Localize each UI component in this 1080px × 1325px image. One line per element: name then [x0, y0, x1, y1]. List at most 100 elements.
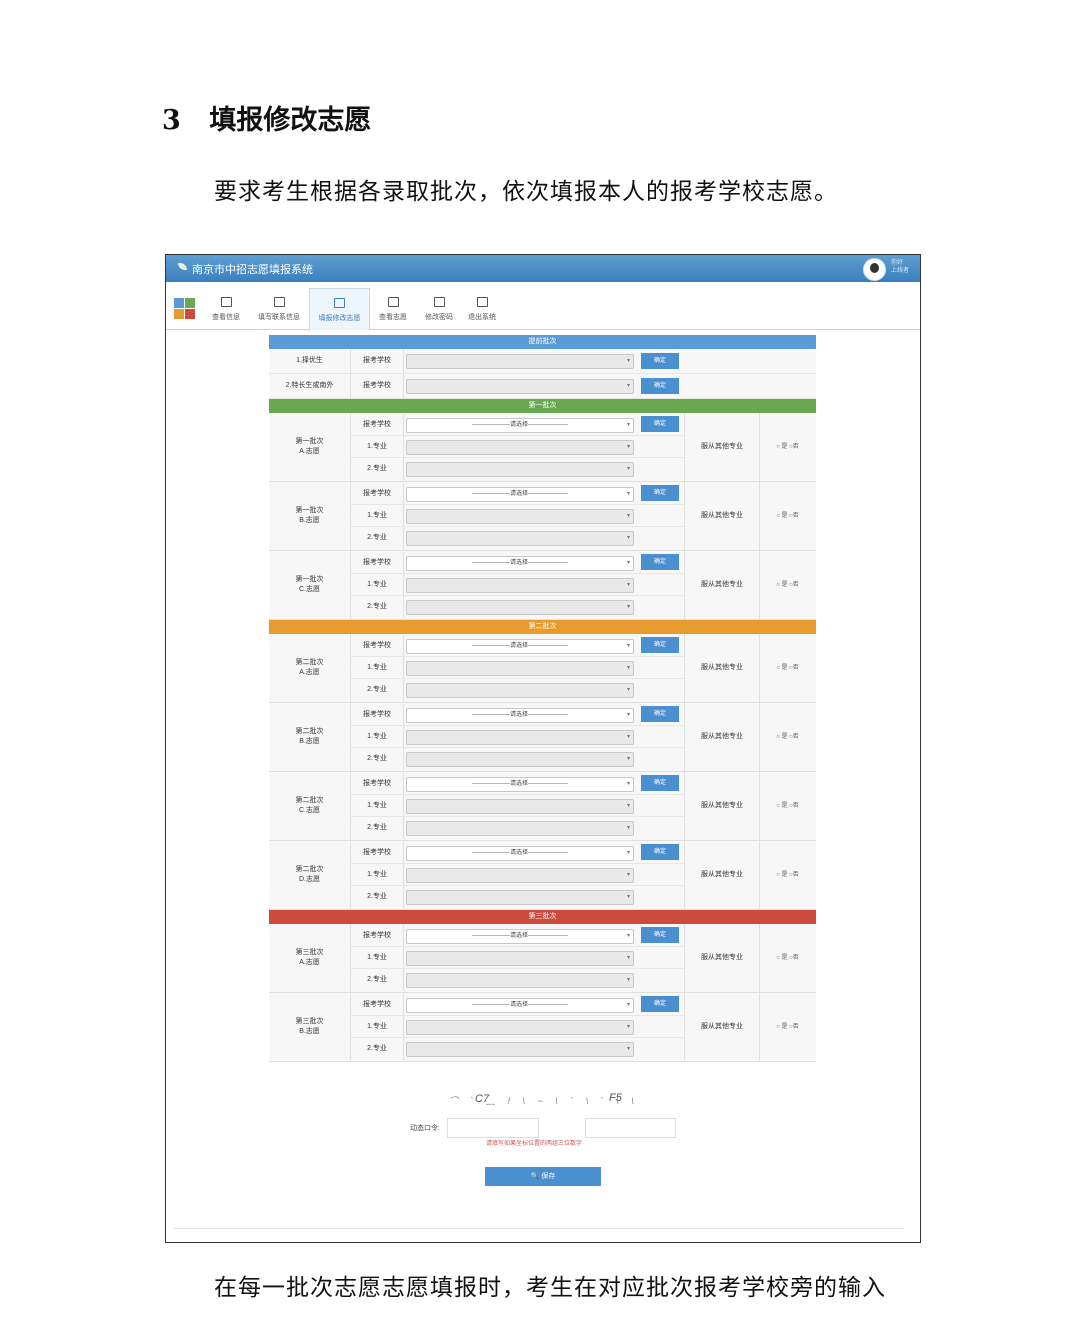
tab-label: 填写联系信息 — [258, 314, 300, 321]
major-select[interactable] — [406, 661, 634, 676]
confirm-button[interactable]: 确定 — [641, 996, 679, 1012]
save-label: 保存 — [541, 1173, 556, 1180]
volunteer-group: 第二批次 C.志愿 报考学校 -------------------请选择------… — [269, 772, 816, 841]
volunteer-group: 第一批次 B.志愿 报考学校 -------------------请选择------… — [269, 482, 816, 551]
obey-radio-group[interactable]: ○ 是 ○否 — [759, 924, 816, 992]
major-2-label: 2.专业 — [351, 527, 404, 549]
tab-calendar[interactable]: 退出系统 — [461, 288, 503, 329]
major-1-label: 1.专业 — [351, 574, 404, 596]
row-divider — [351, 946, 684, 947]
obey-radio-group[interactable]: ○ 是 ○否 — [759, 634, 816, 702]
school-select[interactable] — [406, 354, 634, 369]
row-divider — [351, 863, 684, 864]
group-choice-name: A.志愿 — [299, 669, 320, 676]
dynamic-code-input-1[interactable] — [447, 1118, 539, 1138]
school-label: 报考学校 — [351, 773, 404, 795]
school-select[interactable]: -------------------请选择------------------… — [406, 418, 634, 433]
major-select[interactable] — [406, 683, 634, 698]
volunteer-group-label: 第二批次 D.志愿 — [269, 841, 351, 909]
user-greeting: 你好 — [891, 260, 904, 266]
major-select[interactable] — [406, 1020, 634, 1035]
obey-radio-group[interactable]: ○ 是 ○否 — [759, 482, 816, 550]
major-select[interactable] — [406, 821, 634, 836]
radio-no-label: 否 — [792, 734, 799, 740]
school-select[interactable]: -------------------请选择------------------… — [406, 708, 634, 723]
radio-no-label: 否 — [792, 513, 799, 519]
volunteer-group: 第三批次 A.志愿 报考学校 -------------------请选择------… — [269, 924, 816, 993]
obey-radio-group[interactable]: ○ 是 ○否 — [759, 551, 816, 619]
captcha-noise: ⌒ ` ﹏ ! \ ~ \ ` \ ` \ \ — [449, 1096, 639, 1106]
dynamic-code-input-2[interactable] — [585, 1118, 676, 1138]
volunteer-group-label: 第三批次 B.志愿 — [269, 993, 351, 1061]
major-select[interactable] — [406, 868, 634, 883]
confirm-button[interactable]: 确定 — [641, 353, 679, 369]
major-select[interactable] — [406, 752, 634, 767]
school-select[interactable]: -------------------请选择------------------… — [406, 998, 634, 1013]
major-1-label: 1.专业 — [351, 947, 404, 969]
school-select[interactable]: -------------------请选择------------------… — [406, 556, 634, 571]
confirm-button[interactable]: 确定 — [641, 378, 679, 394]
user-avatar[interactable] — [863, 258, 886, 281]
major-select[interactable] — [406, 531, 634, 546]
obey-radio-group[interactable]: ○ 是 ○否 — [759, 772, 816, 840]
volunteer-group-label: 第二批次 C.志愿 — [269, 772, 351, 840]
section-title: 填报修改志愿 — [209, 105, 372, 136]
app-title: 南京市中招志愿填报系统 — [192, 264, 313, 276]
row-divider — [351, 526, 684, 527]
major-select[interactable] — [406, 890, 634, 905]
major-2-label: 2.专业 — [351, 969, 404, 991]
save-button[interactable]: 🔍 保存 — [485, 1167, 601, 1186]
confirm-button[interactable]: 确定 — [641, 775, 679, 791]
volunteer-group: 第一批次 C.志愿 报考学校 -------------------请选择------… — [269, 551, 816, 620]
school-select[interactable]: -------------------请选择------------------… — [406, 846, 634, 861]
app-header: 南京市中招志愿填报系统 你好 上线者 — [166, 255, 920, 282]
confirm-button[interactable]: 确定 — [641, 927, 679, 943]
school-select[interactable]: -------------------请选择------------------… — [406, 639, 634, 654]
major-select[interactable] — [406, 1042, 634, 1057]
confirm-button[interactable]: 确定 — [641, 416, 679, 432]
school-select[interactable] — [406, 379, 634, 394]
obey-other-major-label: 服从其他专业 — [684, 413, 760, 481]
tab-keyboard[interactable]: 修改密码 — [418, 288, 460, 329]
tab-dashboard[interactable]: 查看信息 — [203, 288, 249, 329]
obey-radio-group[interactable]: ○ 是 ○否 — [759, 703, 816, 771]
major-select[interactable] — [406, 951, 634, 966]
row-divider — [351, 678, 684, 679]
major-select[interactable] — [406, 440, 634, 455]
school-label: 报考学校 — [351, 414, 404, 436]
major-select[interactable] — [406, 509, 634, 524]
confirm-button[interactable]: 确定 — [641, 844, 679, 860]
major-select[interactable] — [406, 973, 634, 988]
major-select[interactable] — [406, 578, 634, 593]
early-row-label: 1.择优生 — [269, 349, 351, 373]
tab-monitor[interactable]: 填写联系信息 — [250, 288, 308, 329]
school-select[interactable]: -------------------请选择------------------… — [406, 777, 634, 792]
tab-list[interactable]: 填报修改志愿 — [309, 288, 370, 331]
volunteer-form: 提前批次1.择优生报考学校确定2.特长生或南外报考学校确定第一批次第一批次A.志… — [269, 335, 816, 1062]
group-choice-name: A.志愿 — [299, 959, 320, 966]
confirm-button[interactable]: 确定 — [641, 706, 679, 722]
confirm-button[interactable]: 确定 — [641, 485, 679, 501]
confirm-button[interactable]: 确定 — [641, 637, 679, 653]
volunteer-group-label: 第一批次 B.志愿 — [269, 482, 351, 550]
obey-radio-group[interactable]: ○ 是 ○否 — [759, 993, 816, 1061]
school-select[interactable]: -------------------请选择------------------… — [406, 487, 634, 502]
major-select[interactable] — [406, 730, 634, 745]
obey-other-major-label: 服从其他专业 — [684, 772, 760, 840]
radio-no-label: 否 — [792, 1024, 799, 1030]
obey-radio-group[interactable]: ○ 是 ○否 — [759, 413, 816, 481]
radio-no-label: 否 — [792, 665, 799, 671]
obey-other-major-label: 服从其他专业 — [684, 993, 760, 1061]
major-select[interactable] — [406, 462, 634, 477]
tab-edit[interactable]: 查看志愿 — [369, 288, 417, 329]
major-select[interactable] — [406, 600, 634, 615]
school-label: 报考学校 — [351, 925, 404, 947]
major-2-label: 2.专业 — [351, 1038, 404, 1060]
school-select[interactable]: -------------------请选择------------------… — [406, 929, 634, 944]
group-choice-name: C.志愿 — [299, 586, 320, 593]
dynamic-code-label: 动态口令: — [410, 1125, 440, 1132]
confirm-button[interactable]: 确定 — [641, 554, 679, 570]
obey-radio-group[interactable]: ○ 是 ○否 — [759, 841, 816, 909]
major-select[interactable] — [406, 799, 634, 814]
major-1-label: 1.专业 — [351, 1016, 404, 1038]
